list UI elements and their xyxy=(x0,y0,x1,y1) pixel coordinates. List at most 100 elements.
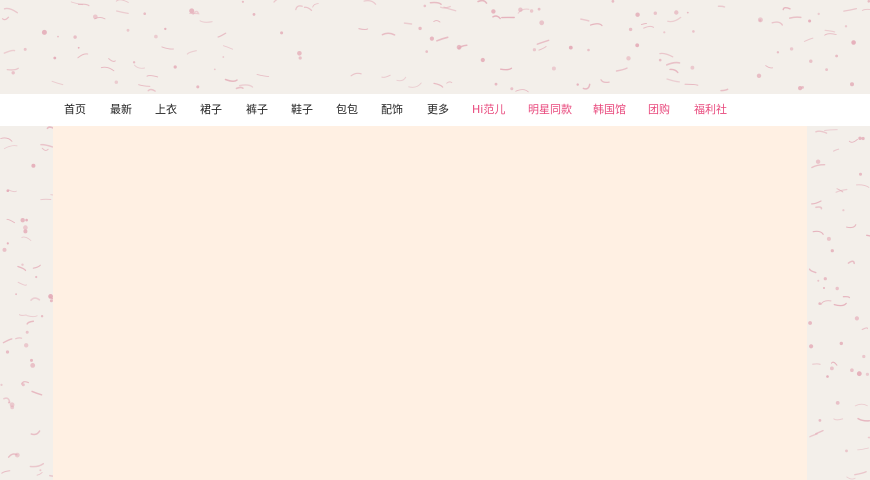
confetti-piece xyxy=(628,27,633,32)
nav-item-accessories[interactable]: 配饰 xyxy=(381,94,403,126)
nav-item-shoes[interactable]: 鞋子 xyxy=(291,94,313,126)
confetti-piece xyxy=(815,206,823,210)
confetti-piece xyxy=(350,72,362,77)
confetti-piece xyxy=(856,371,862,377)
confetti-piece xyxy=(765,65,774,69)
confetti-piece xyxy=(518,7,523,12)
nav-item-more[interactable]: 更多 xyxy=(427,94,449,126)
confetti-piece xyxy=(2,247,7,252)
confetti-piece xyxy=(798,86,803,91)
confetti-piece xyxy=(861,327,868,331)
confetti-piece xyxy=(114,80,119,84)
nav-item-welfare[interactable]: 福利社 xyxy=(694,94,727,126)
confetti-piece xyxy=(280,31,284,35)
nav-item-group-buy[interactable]: 团购 xyxy=(648,94,670,126)
confetti-piece xyxy=(199,20,213,23)
nav-item-korea-hall[interactable]: 韩国馆 xyxy=(593,94,626,126)
confetti-piece xyxy=(817,12,820,16)
confetti-piece xyxy=(811,200,822,205)
confetti-piece xyxy=(3,49,16,54)
confetti-piece xyxy=(403,22,413,25)
confetti-piece xyxy=(358,28,369,31)
confetti-piece xyxy=(529,9,534,13)
confetti-piece xyxy=(252,13,256,16)
confetti-piece xyxy=(41,147,49,151)
confetti-piece xyxy=(51,80,64,86)
confetti-piece xyxy=(626,56,631,61)
confetti-piece xyxy=(808,268,817,274)
confetti-piece xyxy=(759,19,762,22)
confetti-piece xyxy=(433,20,441,23)
confetti-piece xyxy=(663,31,666,34)
confetti-piece xyxy=(29,462,45,468)
confetti-piece xyxy=(857,447,869,451)
confetti-piece xyxy=(116,10,129,15)
confetti-piece xyxy=(273,0,278,3)
confetti-piece xyxy=(823,287,825,289)
confetti-piece xyxy=(812,230,824,235)
confetti-piece xyxy=(568,45,573,50)
confetti-piece xyxy=(848,138,858,143)
confetti-piece xyxy=(582,83,591,90)
confetti-piece xyxy=(690,65,695,70)
confetti-piece xyxy=(539,20,545,26)
confetti-piece xyxy=(692,30,695,33)
confetti-piece xyxy=(186,50,197,55)
confetti-piece xyxy=(30,358,33,362)
confetti-piece xyxy=(515,89,529,93)
confetti-piece xyxy=(425,50,429,53)
confetti-piece xyxy=(239,84,254,88)
confetti-piece xyxy=(789,47,794,51)
confetti-piece xyxy=(817,279,820,282)
confetti-piece xyxy=(658,58,662,62)
confetti-piece xyxy=(825,68,828,71)
confetti-piece xyxy=(15,293,17,296)
confetti-piece xyxy=(811,164,826,169)
confetti-piece xyxy=(494,82,498,86)
confetti-piece xyxy=(580,18,590,22)
confetti-piece xyxy=(154,34,158,39)
confetti-piece xyxy=(0,137,13,142)
nav-item-skirts[interactable]: 裙子 xyxy=(200,94,222,126)
confetti-piece xyxy=(839,341,843,346)
confetti-piece xyxy=(850,82,854,87)
confetti-piece xyxy=(19,314,27,316)
confetti-piece xyxy=(824,33,837,36)
nav-item-hi-style[interactable]: Hi范儿 xyxy=(472,94,505,126)
confetti-piece xyxy=(818,419,822,422)
confetti-piece xyxy=(41,29,47,35)
confetti-piece xyxy=(667,16,682,23)
nav-item-bags[interactable]: 包包 xyxy=(336,94,358,126)
confetti-piece xyxy=(256,74,270,77)
confetti-piece xyxy=(115,0,129,3)
confetti-piece xyxy=(847,260,855,265)
confetti-piece xyxy=(532,48,537,52)
confetti-piece xyxy=(132,61,136,64)
confetti-piece xyxy=(809,59,813,63)
nav-item-home[interactable]: 首页 xyxy=(64,94,86,126)
nav-item-pants[interactable]: 裤子 xyxy=(246,94,268,126)
confetti-piece xyxy=(303,6,313,12)
confetti-piece xyxy=(224,78,238,82)
confetti-piece xyxy=(77,53,89,59)
confetti-piece xyxy=(788,16,802,19)
confetti-piece xyxy=(40,315,44,318)
confetti-piece xyxy=(669,68,679,74)
confetti-piece xyxy=(57,35,59,38)
confetti-piece xyxy=(133,64,146,69)
confetti-piece xyxy=(297,51,302,56)
nav-item-newest[interactable]: 最新 xyxy=(110,94,132,126)
confetti-piece xyxy=(835,286,839,291)
confetti-piece xyxy=(3,145,18,150)
confetti-piece xyxy=(31,163,36,168)
confetti-piece xyxy=(164,27,167,31)
nav-item-celebrity-same[interactable]: 明星同款 xyxy=(528,94,572,126)
confetti-piece xyxy=(423,4,427,8)
confetti-piece xyxy=(537,7,541,11)
confetti-piece xyxy=(826,375,829,378)
confetti-piece xyxy=(39,469,42,472)
confetti-piece xyxy=(862,354,866,359)
confetti-piece xyxy=(855,184,870,188)
confetti-piece xyxy=(381,74,391,78)
nav-item-tops[interactable]: 上衣 xyxy=(155,94,177,126)
